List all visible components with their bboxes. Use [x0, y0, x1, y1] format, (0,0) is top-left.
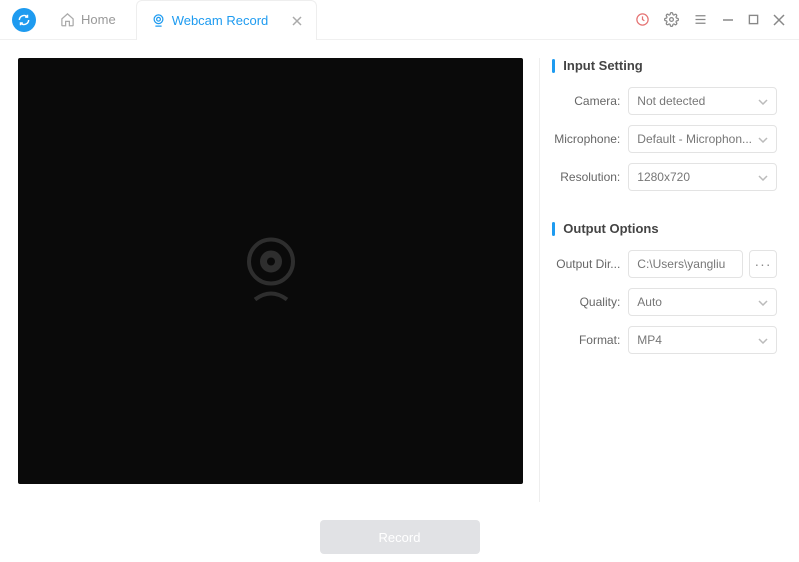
microphone-label: Microphone:: [552, 132, 628, 146]
format-label: Format:: [552, 333, 628, 347]
camera-select[interactable]: Not detected: [628, 87, 777, 115]
main-content: Input Setting Camera: Not detected Micro…: [0, 40, 799, 512]
input-setting-header: Input Setting: [552, 58, 777, 73]
settings-panel: Input Setting Camera: Not detected Micro…: [552, 58, 781, 502]
titlebar: Home Webcam Record: [0, 0, 799, 40]
chevron-down-icon: [758, 295, 768, 309]
format-select[interactable]: MP4: [628, 326, 777, 354]
microphone-select[interactable]: Default - Microphon...: [628, 125, 777, 153]
tab-home[interactable]: Home: [46, 0, 130, 40]
close-window-button[interactable]: [773, 14, 785, 26]
settings-icon[interactable]: [664, 12, 679, 27]
tab-webcam-label: Webcam Record: [172, 13, 269, 28]
home-icon: [60, 12, 75, 27]
quality-select[interactable]: Auto: [628, 288, 777, 316]
output-dir-label: Output Dir...: [552, 257, 628, 271]
menu-icon[interactable]: [693, 12, 708, 27]
app-logo: [12, 8, 36, 32]
window-controls: [635, 12, 799, 27]
quality-label: Quality:: [552, 295, 628, 309]
tab-home-label: Home: [81, 12, 116, 27]
output-options-header: Output Options: [552, 221, 777, 236]
camera-label: Camera:: [552, 94, 628, 108]
tab-webcam-record[interactable]: Webcam Record: [136, 0, 318, 40]
minimize-button[interactable]: [722, 14, 734, 26]
webcam-icon: [151, 13, 166, 28]
resolution-select[interactable]: 1280x720: [628, 163, 777, 191]
maximize-button[interactable]: [748, 14, 759, 25]
output-dir-field[interactable]: C:\Users\yangliu: [628, 250, 743, 278]
footer: Record: [0, 512, 799, 562]
history-icon[interactable]: [635, 12, 650, 27]
record-button[interactable]: Record: [320, 520, 480, 554]
chevron-down-icon: [758, 94, 768, 108]
chevron-down-icon: [758, 170, 768, 184]
webcam-preview: [18, 58, 523, 484]
resolution-label: Resolution:: [552, 170, 628, 184]
vertical-divider: [539, 58, 540, 502]
close-tab-button[interactable]: [292, 16, 302, 26]
chevron-down-icon: [758, 132, 768, 146]
browse-button[interactable]: ···: [749, 250, 777, 278]
chevron-down-icon: [758, 333, 768, 347]
webcam-placeholder-icon: [239, 234, 303, 309]
